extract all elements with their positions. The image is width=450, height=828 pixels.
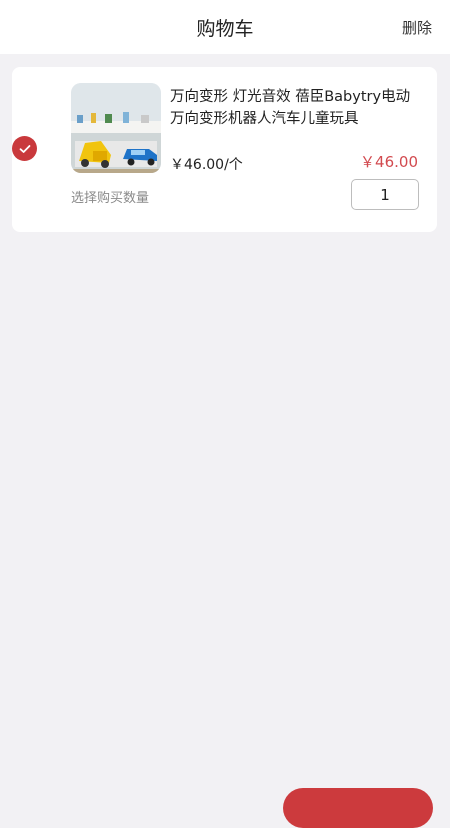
checkout-button[interactable] [283, 788, 433, 828]
quantity-input[interactable] [351, 179, 419, 210]
delete-button[interactable]: 删除 [402, 17, 432, 38]
product-thumbnail[interactable] [71, 83, 161, 173]
checkmark-icon [19, 144, 30, 153]
item-select-checkbox[interactable] [12, 136, 37, 161]
product-title[interactable]: 万向变形 灯光音效 蓓臣Babytry电动万向变形机器人汽车儿童玩具 [170, 86, 420, 130]
toy-car-product-image [71, 83, 161, 173]
quantity-label: 选择购买数量 [71, 191, 150, 206]
page-title: 购物车 [196, 18, 254, 40]
top-bar: 购物车 删除 [0, 0, 450, 54]
item-total-price: ￥46.00 [360, 153, 418, 171]
unit-price: ￥46.00/个 [170, 157, 243, 173]
